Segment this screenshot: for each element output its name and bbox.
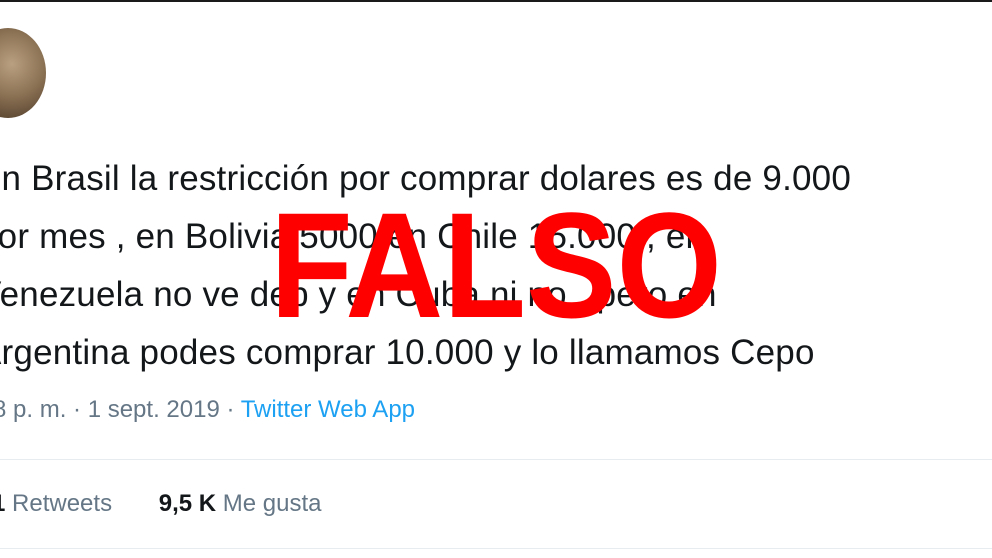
tweet-date[interactable]: 1 sept. 2019	[88, 396, 220, 423]
tweet-source-link[interactable]: Twitter Web App	[241, 396, 415, 423]
user-avatar[interactable]	[0, 28, 46, 118]
tweet-time[interactable]: 8 p. m.	[0, 396, 66, 423]
tweet-stats: 1 Retweets 9,5 K Me gusta	[0, 490, 362, 518]
falso-stamp: FALSO	[270, 197, 722, 327]
meta-separator: ·	[66, 396, 88, 423]
likes-label: Me gusta	[222, 490, 322, 517]
divider	[0, 459, 992, 460]
falso-stamp-text: FALSO	[270, 197, 722, 327]
retweets-label: Retweets	[12, 490, 113, 517]
meta-separator: ·	[219, 396, 241, 423]
likes-count: 9,5 K	[158, 490, 217, 517]
divider	[0, 548, 992, 549]
tweet-text-line: Argentina podes comprar 10.000 y lo llam…	[0, 333, 815, 372]
top-border	[0, 0, 992, 2]
retweets-count: 1	[0, 490, 5, 517]
retweets-stat[interactable]: 1 Retweets	[0, 490, 112, 517]
tweet-meta: 8 p. m. · 1 sept. 2019 · Twitter Web App	[0, 396, 415, 424]
falso-stamp-graphic: FALSO	[270, 197, 722, 327]
likes-stat[interactable]: 9,5 K Me gusta	[159, 490, 322, 517]
